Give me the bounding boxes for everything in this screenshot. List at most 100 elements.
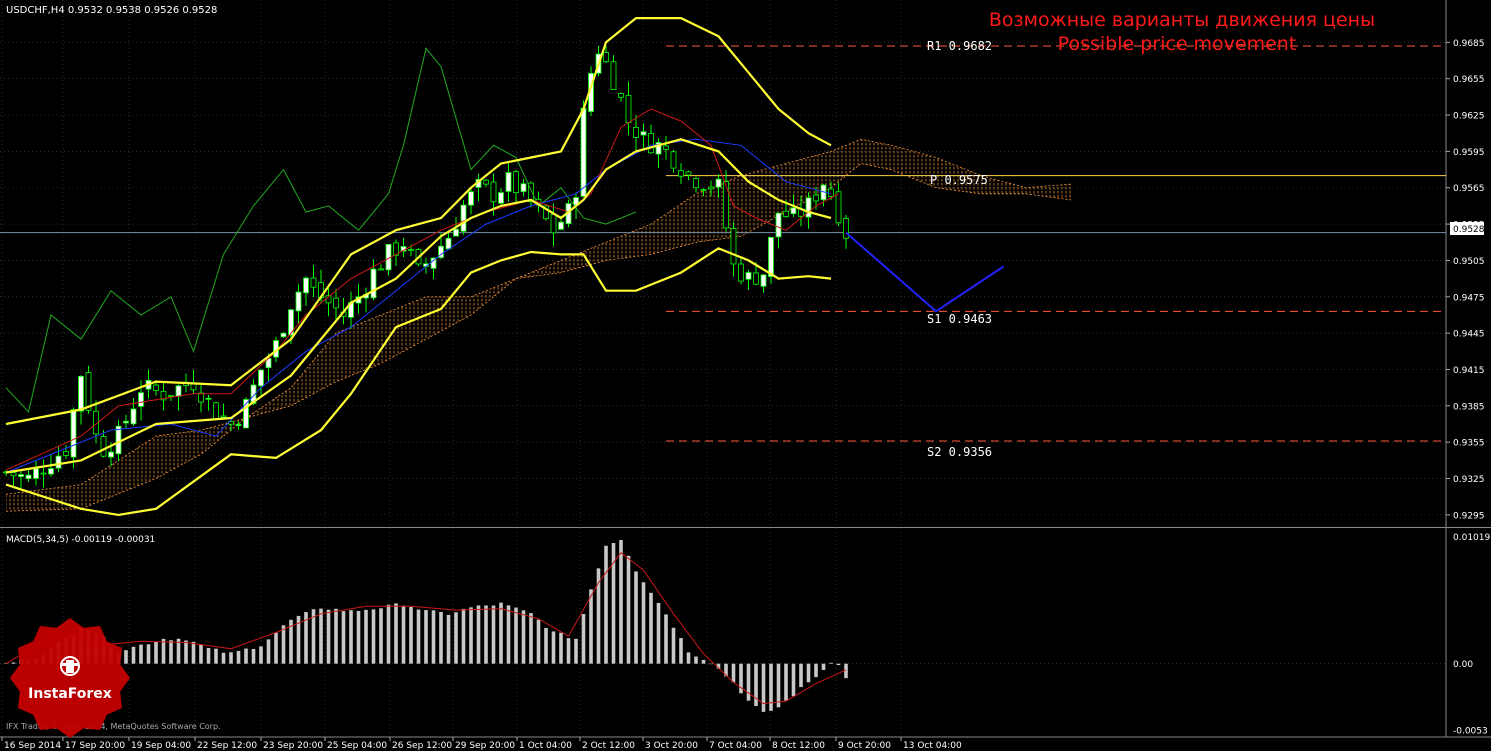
macd-histogram-bar (776, 663, 781, 708)
current-price-label: 0.9528 (1453, 225, 1485, 235)
macd-histogram-bar (184, 640, 188, 664)
level-label-r1: R1 0.9682 (927, 39, 992, 53)
price-tick-label: 0.9475 (1453, 293, 1485, 303)
annotation-title-ru: Возможные варианты движения цены (989, 9, 1375, 31)
macd-histogram-bar (191, 641, 196, 664)
price-tick-label: 0.9445 (1453, 330, 1485, 340)
candle-body (460, 204, 467, 232)
macd-histogram-bar (439, 611, 443, 664)
macd-histogram-bar (371, 609, 376, 664)
macd-histogram-bar (334, 608, 338, 664)
candle-body (445, 237, 452, 250)
price-tick-label: 0.9595 (1453, 148, 1485, 158)
candle-body (745, 272, 752, 280)
macd-histogram-bar (229, 652, 233, 664)
macd-histogram-bar (589, 589, 593, 664)
time-tick-label: 13 Oct 04:00 (903, 741, 962, 751)
candle[interactable] (768, 236, 774, 284)
time-tick-label: 9 Oct 20:00 (838, 741, 891, 751)
macd-tick-label: -0.0053 (1453, 726, 1488, 736)
candle-body (220, 415, 227, 418)
chart-canvas[interactable]: 0.96850.96550.96250.95950.95650.95350.95… (0, 0, 1491, 751)
macd-histogram-bar (634, 571, 638, 664)
macd-histogram-bar (364, 609, 368, 664)
macd-histogram-bar (784, 663, 788, 701)
candle-body (303, 277, 309, 294)
time-tick-label: 22 Sep 12:00 (197, 741, 257, 751)
time-tick-label: 2 Oct 12:00 (582, 741, 635, 751)
candle-body (738, 263, 744, 282)
macd-histogram-bar (581, 614, 586, 664)
candle-body (648, 133, 654, 154)
candle-body (55, 455, 62, 469)
macd-histogram-bar (341, 611, 346, 664)
macd-histogram-bar (446, 614, 451, 664)
candle-body (768, 236, 774, 277)
time-tick-label: 17 Sep 20:00 (65, 741, 125, 751)
macd-histogram-bar (349, 610, 353, 664)
macd-histogram-bar (131, 646, 136, 664)
macd-histogram-bar (469, 607, 473, 664)
macd-histogram-bar (124, 650, 128, 664)
price-tick-label: 0.9685 (1453, 39, 1485, 49)
candle[interactable] (213, 401, 219, 420)
macd-histogram-bar (761, 663, 766, 712)
candle-body (453, 228, 459, 237)
candle-body (558, 221, 564, 230)
macd-histogram-bar (559, 632, 563, 664)
candle-body (85, 372, 92, 411)
macd-histogram-bar (566, 638, 571, 664)
candle-body (70, 409, 77, 458)
candle-body (633, 126, 639, 138)
candle-body (408, 249, 414, 252)
candle-body (693, 178, 699, 189)
macd-histogram-bar (394, 603, 398, 664)
current-price-marker: 0.9528 (1450, 222, 1485, 235)
macd-histogram-bar (221, 652, 226, 664)
macd-histogram-bar (476, 605, 481, 664)
candle-body (625, 95, 632, 123)
candle-body (550, 214, 557, 234)
time-tick-label: 26 Sep 12:00 (392, 741, 452, 751)
candle-body (48, 468, 54, 475)
macd-histogram-bar (409, 607, 413, 664)
candle[interactable] (280, 332, 287, 338)
macd-histogram-bar (836, 663, 841, 666)
macd-histogram-bar (259, 646, 263, 664)
candle-body (310, 277, 317, 288)
candle-body (618, 93, 624, 98)
candle-body (33, 468, 39, 479)
candle-body (280, 332, 287, 338)
level-label-pivot: P 0.9575 (930, 173, 988, 187)
candle-body (760, 274, 767, 287)
candle-body (168, 395, 174, 397)
candle-body (580, 107, 587, 197)
candle-body (100, 436, 107, 457)
candle-body (115, 425, 122, 455)
macd-histogram-bar (146, 644, 151, 664)
candle-body (813, 194, 819, 202)
candle-body (153, 384, 159, 391)
candle-body (468, 191, 474, 206)
candle-body (700, 189, 707, 191)
candle-body (685, 171, 692, 176)
price-tick-label: 0.9385 (1453, 402, 1485, 412)
time-tick-label: 1 Oct 04:00 (519, 741, 572, 751)
macd-histogram-bar (574, 638, 578, 664)
macd-histogram-bar (514, 607, 518, 664)
candle-body (753, 272, 759, 285)
macd-histogram-bar (214, 648, 218, 664)
candle-body (333, 297, 339, 309)
candle[interactable] (460, 200, 467, 235)
candle-body (790, 207, 797, 215)
macd-histogram-bar (11, 662, 16, 664)
macd-label: MACD(5,34,5) -0.00119 -0.00031 (6, 535, 155, 545)
symbol-info: USDCHF,H4 0.9532 0.9538 0.9526 0.9528 (6, 5, 217, 16)
macd-histogram-bar (379, 608, 383, 664)
candle-body (513, 171, 519, 194)
macd-histogram-bar (386, 604, 391, 664)
macd-tick-label: 0.01019 (1453, 533, 1490, 543)
candle[interactable] (580, 100, 587, 198)
macd-histogram-bar (491, 605, 496, 664)
macd-histogram-bar (544, 627, 548, 664)
